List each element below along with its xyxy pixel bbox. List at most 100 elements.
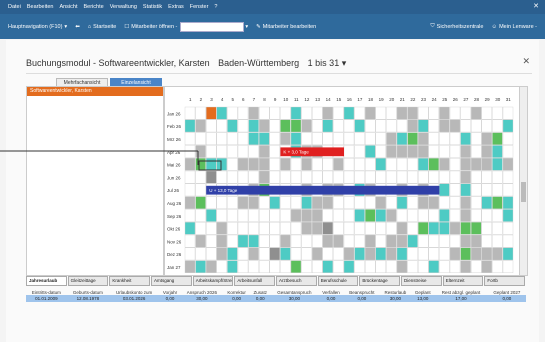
day-cell[interactable] <box>386 119 397 133</box>
day-cell[interactable] <box>280 106 291 120</box>
day-cell[interactable] <box>290 106 302 120</box>
day-cell[interactable] <box>333 119 344 133</box>
day-cell[interactable] <box>439 234 450 248</box>
day-cell[interactable] <box>449 119 461 133</box>
day-cell[interactable] <box>396 157 408 171</box>
day-cell[interactable] <box>311 106 323 120</box>
day-cell[interactable] <box>258 170 270 184</box>
day-cell[interactable] <box>396 145 408 158</box>
day-cell[interactable] <box>206 234 217 248</box>
day-cell[interactable] <box>481 170 492 184</box>
day-cell[interactable] <box>227 209 238 222</box>
day-cell[interactable] <box>216 234 227 248</box>
day-cell[interactable] <box>375 170 387 184</box>
day-cell[interactable] <box>354 132 365 145</box>
day-cell[interactable] <box>492 234 503 248</box>
day-cell[interactable] <box>269 157 281 171</box>
day-cell[interactable] <box>216 247 227 261</box>
day-cell[interactable] <box>184 157 196 171</box>
day-cell[interactable] <box>471 106 482 120</box>
day-cell[interactable] <box>417 132 429 145</box>
day-cell[interactable] <box>280 209 291 222</box>
day-cell[interactable] <box>206 247 217 261</box>
menu-item-ansicht[interactable]: Ansicht <box>59 4 77 10</box>
day-cell[interactable] <box>290 170 302 184</box>
day-cell[interactable] <box>333 234 344 248</box>
day-cell[interactable] <box>375 234 387 248</box>
day-cell[interactable] <box>343 247 355 261</box>
day-cell[interactable] <box>184 119 196 133</box>
menu-item-verwaltung[interactable]: Verwaltung <box>110 4 137 10</box>
employee-select[interactable] <box>180 21 245 32</box>
menu-item-berichte[interactable]: Berichte <box>84 4 104 10</box>
day-cell[interactable] <box>237 119 249 133</box>
day-cell[interactable] <box>301 132 312 145</box>
day-cell[interactable] <box>290 196 302 209</box>
day-cell[interactable] <box>354 106 365 120</box>
day-cell[interactable] <box>290 132 302 145</box>
day-cell[interactable] <box>449 145 461 158</box>
day-cell[interactable] <box>237 106 249 120</box>
day-cell[interactable] <box>269 221 281 235</box>
day-cell[interactable] <box>492 119 503 133</box>
day-cell[interactable] <box>407 145 418 158</box>
day-cell[interactable] <box>471 170 482 184</box>
day-cell[interactable] <box>502 221 514 235</box>
day-cell[interactable] <box>269 170 281 184</box>
day-cell[interactable] <box>290 119 302 133</box>
day-cell[interactable] <box>492 196 503 209</box>
day-cell[interactable] <box>195 209 206 222</box>
day-cell[interactable] <box>481 119 492 133</box>
day-cell[interactable] <box>269 234 281 248</box>
day-cell[interactable] <box>311 247 323 261</box>
day-cell[interactable] <box>311 132 323 145</box>
day-cell[interactable] <box>280 196 291 209</box>
day-cell[interactable] <box>206 260 217 274</box>
day-cell[interactable] <box>343 260 355 274</box>
day-cell[interactable] <box>428 196 439 209</box>
day-cell[interactable] <box>237 221 249 235</box>
day-cell[interactable] <box>248 106 259 120</box>
day-cell[interactable] <box>184 145 196 158</box>
day-cell[interactable] <box>396 209 408 222</box>
day-cell[interactable] <box>386 157 397 171</box>
day-cell[interactable] <box>439 132 450 145</box>
day-cell[interactable] <box>364 247 376 261</box>
menu-item-fenster[interactable]: Fenster <box>190 4 209 10</box>
day-cell[interactable] <box>280 260 291 274</box>
day-cell[interactable] <box>322 106 334 120</box>
day-cell[interactable] <box>386 132 397 145</box>
day-cell[interactable] <box>227 145 238 158</box>
day-cell[interactable] <box>343 196 355 209</box>
day-cell[interactable] <box>502 106 514 120</box>
day-cell[interactable] <box>301 260 312 274</box>
day-cell[interactable] <box>258 247 270 261</box>
day-cell[interactable] <box>258 157 270 171</box>
day-cell[interactable] <box>407 157 418 171</box>
day-cell[interactable] <box>290 260 302 274</box>
day-cell[interactable] <box>301 209 312 222</box>
day-cell[interactable] <box>396 221 408 235</box>
day-cell[interactable] <box>333 260 344 274</box>
day-cell[interactable] <box>195 183 206 197</box>
day-cell[interactable] <box>460 132 471 145</box>
day-cell[interactable] <box>258 221 270 235</box>
day-cell[interactable] <box>216 157 227 171</box>
day-cell[interactable] <box>216 145 227 158</box>
day-cell[interactable] <box>237 209 249 222</box>
day-cell[interactable] <box>311 157 323 171</box>
tab-amtsgang[interactable]: Amtsgang <box>151 276 192 286</box>
day-cell[interactable] <box>195 157 206 171</box>
day-cell[interactable] <box>502 132 514 145</box>
day-cell[interactable] <box>301 247 312 261</box>
day-cell[interactable] <box>449 106 461 120</box>
day-cell[interactable] <box>237 247 249 261</box>
day-cell[interactable] <box>502 234 514 248</box>
day-cell[interactable] <box>471 221 482 235</box>
day-cell[interactable] <box>481 221 492 235</box>
day-cell[interactable] <box>216 196 227 209</box>
close-icon[interactable]: ✕ <box>522 56 530 67</box>
day-cell[interactable] <box>375 145 387 158</box>
day-cell[interactable] <box>449 183 461 197</box>
day-cell[interactable] <box>471 247 482 261</box>
